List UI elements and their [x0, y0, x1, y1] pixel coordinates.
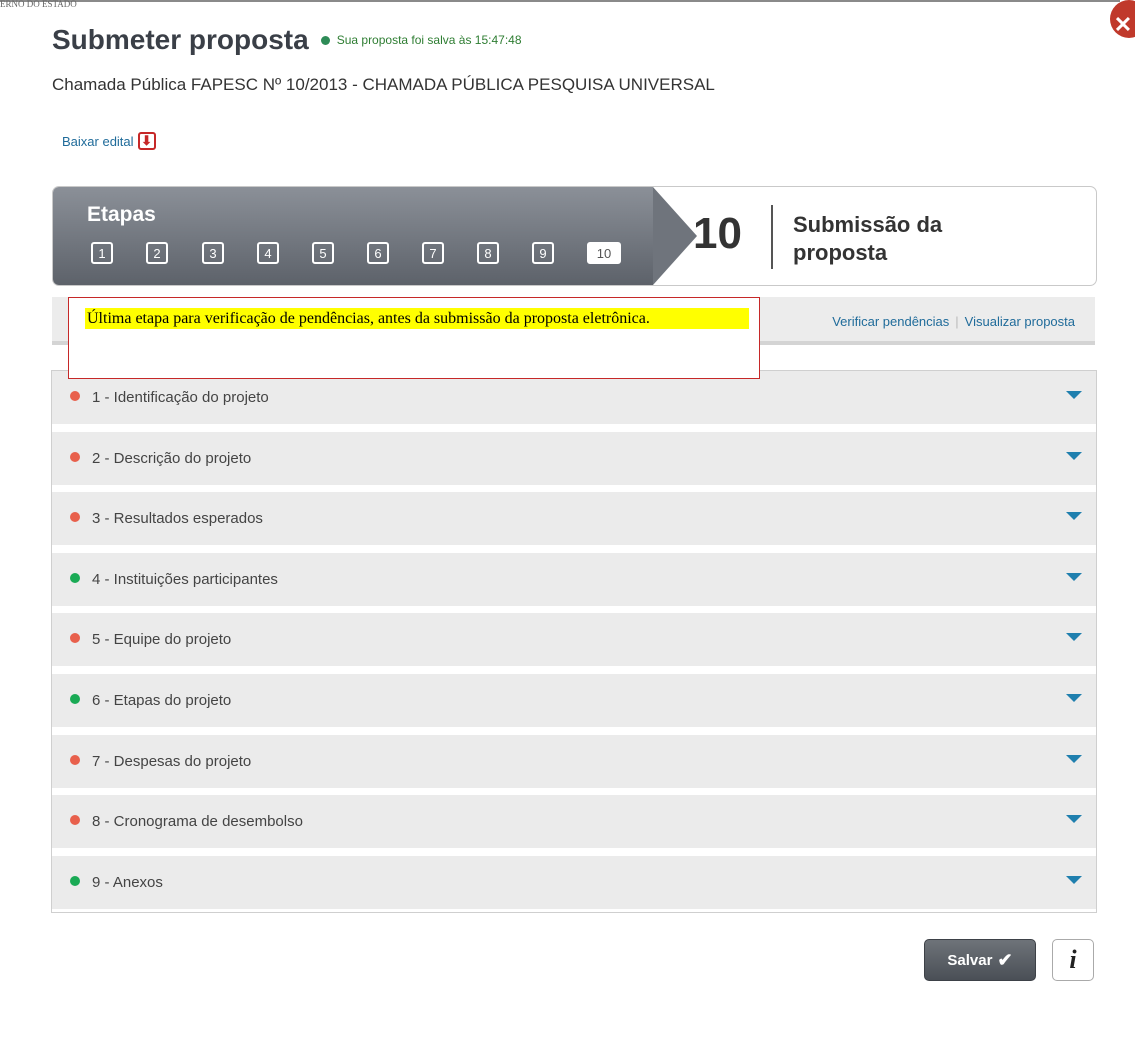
steps-label: Etapas: [87, 203, 156, 226]
step-button-1[interactable]: 1: [91, 242, 113, 264]
top-ghost-text: ERNO DO ESTADO: [0, 0, 77, 9]
title-row: Submeter proposta Sua proposta foi salva…: [52, 24, 522, 56]
section-label: 6 - Etapas do projeto: [92, 692, 232, 709]
step-button-4[interactable]: 4: [257, 242, 279, 264]
status-dot-icon: [70, 572, 80, 583]
download-link[interactable]: Baixar edital: [62, 134, 134, 149]
status-dot-icon: [70, 875, 80, 886]
section-row[interactable]: 3 - Resultados esperados: [52, 492, 1096, 546]
section-row[interactable]: 2 - Descrição do projeto: [52, 431, 1096, 485]
expand-caret-icon[interactable]: [1066, 512, 1082, 521]
section-label: 2 - Descrição do projeto: [92, 449, 252, 467]
page-title: Submeter proposta: [52, 24, 309, 55]
step-button-3[interactable]: 3: [202, 242, 224, 264]
step-button-8[interactable]: 8: [477, 242, 499, 264]
steps-panel: Etapas 1 2 3 4 5 6 7 8 9 10: [53, 187, 653, 285]
step-button-6[interactable]: 6: [367, 242, 389, 264]
call-subtitle: Chamada Pública FAPESC Nº 10/2013 - CHAM…: [52, 75, 715, 94]
sections-list: 1 - Identificação do projeto 2 - Descriçã…: [51, 370, 1097, 913]
expand-caret-icon[interactable]: [1066, 754, 1082, 763]
section-row[interactable]: 5 - Equipe do projeto: [52, 613, 1096, 667]
status-dot-icon: [70, 694, 80, 704]
section-row[interactable]: 4 - Instituições participantes: [52, 552, 1096, 606]
status-dot-icon: [70, 451, 80, 462]
current-step-number: 10: [693, 209, 742, 258]
section-label: 7 - Despesas do projeto: [92, 752, 252, 770]
info-button[interactable]: i: [1052, 939, 1094, 981]
section-row[interactable]: 7 - Despesas do projeto: [52, 734, 1096, 788]
save-status-dot-icon: [320, 35, 330, 45]
tooltip-text: Última etapa para verificação de pendênc…: [85, 308, 749, 329]
expand-caret-icon[interactable]: [1066, 815, 1082, 824]
save-button-label: Salvar: [947, 951, 993, 969]
close-icon: ✕: [1113, 12, 1133, 37]
status-dot-icon: [70, 754, 80, 765]
save-button[interactable]: Salvar ✔: [924, 939, 1036, 981]
section-label: 3 - Resultados esperados: [92, 510, 263, 528]
section-label: 8 - Cronograma de desembolso: [92, 813, 303, 831]
toolbar-links: Verificar pendências | Visualizar propos…: [832, 314, 1075, 329]
top-border: [0, 0, 1120, 12]
step-button-9[interactable]: 9: [532, 242, 554, 264]
preview-proposal-link[interactable]: Visualizar proposta: [965, 314, 1075, 329]
section-row[interactable]: 9 - Anexos: [52, 855, 1096, 909]
section-label: 9 - Anexos: [92, 873, 163, 891]
toolbar-separator: |: [955, 314, 959, 329]
expand-caret-icon[interactable]: [1066, 572, 1082, 581]
status-dot-icon: [70, 815, 80, 826]
verify-pending-link[interactable]: Verificar pendências: [832, 314, 949, 329]
current-step-title: Submissão da proposta: [793, 212, 943, 265]
close-button[interactable]: ✕: [1110, 0, 1135, 38]
steps-arrow: [653, 187, 697, 285]
step-button-2[interactable]: 2: [146, 242, 168, 264]
status-dot-icon: [70, 633, 80, 644]
section-label: 1 - Identificação do projeto: [92, 389, 269, 406]
steps-header: Etapas 1 2 3 4 5 6 7 8 9 10 10 Submissão da propo…: [52, 186, 1097, 286]
download-edital[interactable]: Baixar edital ⬇: [62, 132, 156, 150]
download-arrow-icon[interactable]: ⬇: [137, 132, 156, 150]
expand-caret-icon[interactable]: [1066, 391, 1082, 399]
expand-caret-icon[interactable]: [1066, 633, 1082, 642]
help-tooltip: Última etapa para verificação de pendênc…: [68, 297, 760, 379]
step-button-7[interactable]: 7: [422, 242, 444, 264]
expand-caret-icon[interactable]: [1066, 694, 1082, 702]
step-button-5[interactable]: 5: [312, 242, 334, 264]
section-row[interactable]: 8 - Cronograma de desembolso: [52, 795, 1096, 849]
expand-caret-icon[interactable]: [1066, 451, 1082, 460]
step-button-10[interactable]: 10: [587, 242, 621, 264]
section-label: 4 - Instituições participantes: [92, 570, 278, 588]
status-dot-icon: [70, 512, 80, 523]
save-status: Sua proposta foi salva às 15:47:48: [336, 33, 522, 47]
section-row[interactable]: 6 - Etapas do projeto: [52, 674, 1096, 727]
current-step-divider: [771, 205, 773, 269]
info-icon: i: [1069, 945, 1077, 974]
status-dot-icon: [70, 391, 80, 401]
expand-caret-icon[interactable]: [1066, 875, 1082, 884]
section-label: 5 - Equipe do projeto: [92, 631, 232, 649]
checkmark-icon: ✔: [997, 949, 1013, 970]
